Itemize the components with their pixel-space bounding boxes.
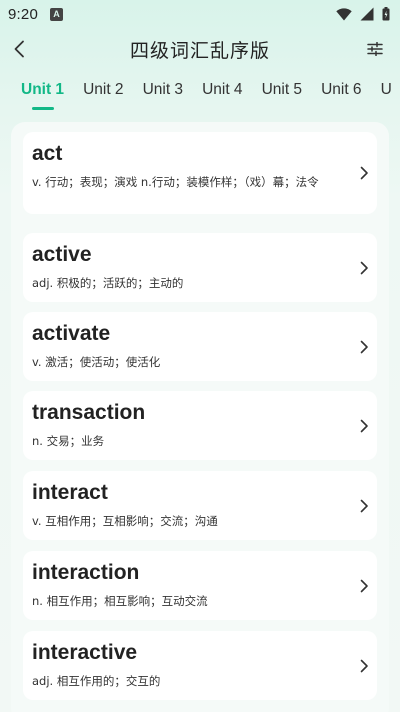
word-meaning: adj. 相互作用的；交互的 bbox=[32, 674, 161, 688]
chevron-right-icon bbox=[360, 579, 368, 592]
page-title: 四级词汇乱序版 bbox=[129, 39, 270, 62]
word-meaning: adj. 积极的；活跃的；主动的 bbox=[32, 276, 184, 290]
chevron-right-icon bbox=[360, 261, 368, 274]
tab-unit-6[interactable]: Unit 6 bbox=[321, 70, 362, 110]
tab-unit-1[interactable]: Unit 1 bbox=[21, 70, 64, 110]
tab-unit-4[interactable]: Unit 4 bbox=[202, 70, 243, 110]
notification-glyph: A bbox=[53, 9, 60, 19]
word-text: interaction bbox=[32, 561, 140, 584]
back-button[interactable] bbox=[6, 36, 32, 62]
chevron-right-icon bbox=[360, 340, 368, 353]
word-text: interactive bbox=[32, 641, 138, 664]
word-item-interaction[interactable]: interaction n. 相互作用；相互影响；互动交流 bbox=[23, 551, 377, 620]
word-text: transaction bbox=[32, 401, 146, 424]
word-list: act v. 行动；表现；演戏 n.行动；装模作样；（戏）幕；法令 active… bbox=[11, 122, 389, 712]
word-item-transaction[interactable]: transaction n. 交易；业务 bbox=[23, 391, 377, 460]
word-item-activate[interactable]: activate v. 激活；使活动；使活化 bbox=[23, 312, 377, 381]
app-bar: 四级词汇乱序版 bbox=[0, 28, 400, 70]
word-text: interact bbox=[32, 481, 108, 504]
battery-icon bbox=[382, 7, 390, 21]
status-bar: 9:20 A bbox=[0, 0, 400, 28]
chevron-right-icon bbox=[360, 419, 368, 432]
sliders-icon bbox=[367, 42, 383, 56]
word-item-interact[interactable]: interact v. 互相作用；互相影响；交流；沟通 bbox=[23, 471, 377, 540]
back-arrow-icon bbox=[14, 40, 24, 58]
word-text: active bbox=[32, 243, 92, 266]
tab-unit-5[interactable]: Unit 5 bbox=[262, 70, 303, 110]
chevron-right-icon bbox=[360, 166, 368, 180]
word-meaning: n. 交易；业务 bbox=[32, 434, 105, 448]
filter-settings-button[interactable] bbox=[362, 36, 388, 62]
unit-tabs: Unit 1 Unit 2 Unit 3 Unit 4 Unit 5 Unit … bbox=[0, 70, 400, 110]
tab-unit-2[interactable]: Unit 2 bbox=[83, 70, 124, 110]
status-time: 9:20 bbox=[8, 5, 38, 23]
status-icons bbox=[336, 7, 390, 21]
word-text: activate bbox=[32, 322, 111, 345]
word-text: act bbox=[32, 142, 63, 165]
word-item-active[interactable]: active adj. 积极的；活跃的；主动的 bbox=[23, 233, 377, 302]
word-item-act[interactable]: act v. 行动；表现；演戏 n.行动；装模作样；（戏）幕；法令 bbox=[23, 132, 377, 214]
chevron-right-icon bbox=[360, 659, 368, 672]
word-meaning: n. 相互作用；相互影响；互动交流 bbox=[32, 594, 208, 608]
signal-icon bbox=[360, 7, 374, 21]
word-item-interactive[interactable]: interactive adj. 相互作用的；交互的 bbox=[23, 631, 377, 700]
tab-unit-3[interactable]: Unit 3 bbox=[143, 70, 184, 110]
chevron-right-icon bbox=[360, 499, 368, 512]
tab-unit-7-partial[interactable]: U bbox=[381, 70, 392, 110]
word-meaning: v. 行动；表现；演戏 n.行动；装模作样；（戏）幕；法令 bbox=[32, 175, 319, 189]
notification-icon: A bbox=[50, 7, 63, 21]
wifi-icon bbox=[336, 7, 352, 20]
word-meaning: v. 激活；使活动；使活化 bbox=[32, 355, 161, 369]
word-meaning: v. 互相作用；互相影响；交流；沟通 bbox=[32, 514, 218, 528]
